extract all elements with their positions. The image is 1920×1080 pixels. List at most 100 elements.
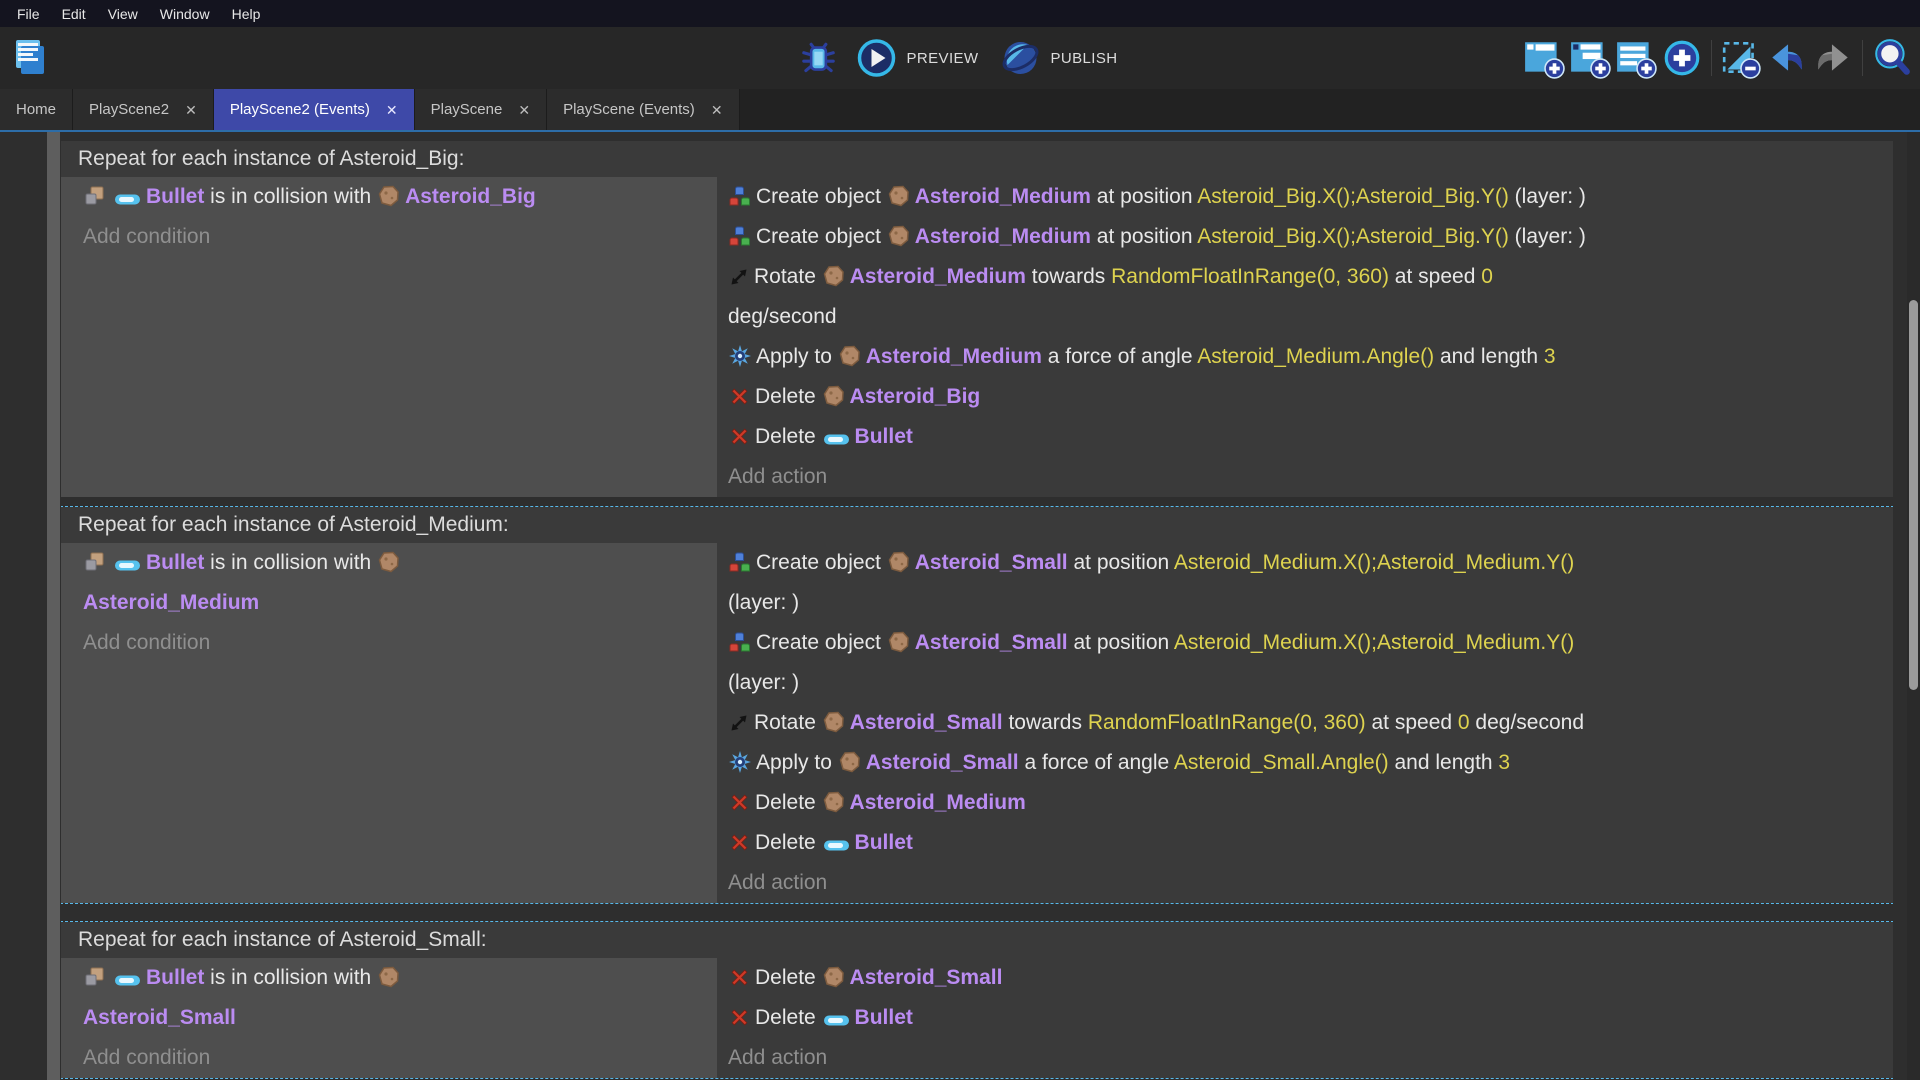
text-segment-plain: is in collision with bbox=[204, 185, 377, 208]
gdevelop-logo-icon[interactable] bbox=[8, 36, 52, 80]
text-segment-object: Bullet bbox=[855, 425, 913, 448]
text-segment-expr: 3 bbox=[1544, 345, 1556, 368]
preview-button[interactable]: PREVIEW bbox=[849, 36, 985, 80]
debug-bug-icon[interactable] bbox=[797, 36, 841, 80]
menu-item-file[interactable]: File bbox=[6, 6, 51, 22]
text-segment-plain: (layer: ) bbox=[728, 591, 799, 614]
bullet-icon bbox=[823, 823, 850, 863]
action-row[interactable]: Delete Bullet bbox=[717, 417, 1893, 457]
tab-close-icon[interactable]: ✕ bbox=[185, 103, 197, 117]
tab-playscene2-events[interactable]: PlayScene2 (Events)✕ bbox=[214, 89, 415, 130]
condition-row[interactable]: Bullet is in collision with Asteroid_Med… bbox=[61, 543, 717, 623]
event-block-2[interactable]: Repeat for each instance of Asteroid_Med… bbox=[61, 507, 1893, 903]
add-action-button[interactable]: Add action bbox=[717, 1038, 1893, 1078]
collision-icon bbox=[84, 543, 108, 583]
publish-button[interactable]: PUBLISH bbox=[992, 36, 1123, 80]
actions-column: Create object Asteroid_Medium at positio… bbox=[717, 177, 1893, 497]
redo-icon[interactable] bbox=[1811, 36, 1855, 80]
add-sub-event-icon[interactable] bbox=[1568, 36, 1612, 80]
toolbar-separator bbox=[1862, 40, 1863, 76]
bullet-icon bbox=[823, 998, 850, 1038]
text-segment-plain: and length bbox=[1389, 751, 1499, 774]
action-row[interactable]: Create object Asteroid_Small at position… bbox=[717, 623, 1893, 703]
action-row[interactable]: Delete Asteroid_Medium bbox=[717, 783, 1893, 823]
text-segment-object: Asteroid_Small bbox=[866, 751, 1019, 774]
text-segment-object: Asteroid_Small bbox=[850, 711, 1003, 734]
add-event-icon[interactable] bbox=[1522, 36, 1566, 80]
action-row[interactable]: Create object Asteroid_Medium at positio… bbox=[717, 177, 1893, 217]
bullet-icon bbox=[823, 417, 850, 457]
event-block-3[interactable]: Repeat for each instance of Asteroid_Sma… bbox=[61, 922, 1893, 1078]
scrollbar-thumb[interactable] bbox=[1909, 300, 1918, 690]
menu-bar: FileEditViewWindowHelp bbox=[0, 0, 1920, 27]
menu-item-edit[interactable]: Edit bbox=[51, 6, 97, 22]
add-condition-button[interactable]: Add condition bbox=[61, 1038, 717, 1078]
text-segment-expr: Asteroid_Big.X();Asteroid_Big.Y() bbox=[1197, 225, 1509, 248]
text-segment-plain: deg/second bbox=[728, 305, 837, 328]
action-row[interactable]: Delete Bullet bbox=[717, 823, 1893, 863]
text-segment-plain: Delete bbox=[755, 831, 822, 854]
delete-icon bbox=[729, 998, 750, 1038]
add-action-button[interactable]: Add action bbox=[717, 863, 1893, 903]
action-row[interactable]: Rotate Asteroid_Medium towards RandomFlo… bbox=[717, 257, 1893, 337]
vertical-scrollbar[interactable] bbox=[1907, 132, 1920, 1080]
menu-item-view[interactable]: View bbox=[97, 6, 149, 22]
menu-item-window[interactable]: Window bbox=[149, 6, 221, 22]
tab-playscene2[interactable]: PlayScene2 ✕ bbox=[73, 89, 214, 130]
action-row[interactable]: Apply to Asteroid_Small a force of angle… bbox=[717, 743, 1893, 783]
action-row[interactable]: Apply to Asteroid_Medium a force of angl… bbox=[717, 337, 1893, 377]
add-action-button[interactable]: Add action bbox=[717, 457, 1893, 497]
add-comment-icon[interactable] bbox=[1614, 36, 1658, 80]
action-row[interactable]: Rotate Asteroid_Small towards RandomFloa… bbox=[717, 703, 1893, 743]
event-body: Bullet is in collision with Asteroid_Big… bbox=[61, 177, 1893, 497]
add-circle-icon[interactable] bbox=[1660, 36, 1704, 80]
condition-row[interactable]: Bullet is in collision with Asteroid_Sma… bbox=[61, 958, 717, 1038]
asteroid-icon bbox=[823, 703, 845, 743]
tab-close-icon[interactable]: ✕ bbox=[386, 103, 398, 117]
action-row[interactable]: Create object Asteroid_Small at position… bbox=[717, 543, 1893, 623]
event-header[interactable]: Repeat for each instance of Asteroid_Sma… bbox=[61, 922, 1893, 958]
condition-row-line: Asteroid_Small bbox=[61, 998, 717, 1038]
text-segment-expr: 3 bbox=[1498, 751, 1510, 774]
event-header[interactable]: Repeat for each instance of Asteroid_Med… bbox=[61, 507, 1893, 543]
text-segment-object: Bullet bbox=[855, 1006, 913, 1029]
text-segment-plain: at position bbox=[1091, 225, 1197, 248]
action-row[interactable]: Delete Asteroid_Big bbox=[717, 377, 1893, 417]
text-segment-object: Asteroid_Medium bbox=[866, 345, 1042, 368]
tab-home[interactable]: Home bbox=[0, 89, 73, 130]
add-condition-button[interactable]: Add condition bbox=[61, 623, 717, 663]
play-icon bbox=[855, 36, 899, 80]
actions-column: Create object Asteroid_Small at position… bbox=[717, 543, 1893, 903]
asteroid-icon bbox=[378, 543, 400, 583]
text-segment-expr: Asteroid_Medium.X();Asteroid_Medium.Y() bbox=[1174, 631, 1574, 654]
deselect-icon[interactable] bbox=[1719, 36, 1763, 80]
event-block-1[interactable]: Repeat for each instance of Asteroid_Big… bbox=[61, 141, 1893, 497]
rotate-icon bbox=[729, 257, 749, 297]
tab-playscene[interactable]: PlayScene✕ bbox=[415, 89, 547, 130]
action-row[interactable]: Create object Asteroid_Medium at positio… bbox=[717, 217, 1893, 257]
tab-close-icon[interactable]: ✕ bbox=[711, 103, 723, 117]
events-sheet: Repeat for each instance of Asteroid_Big… bbox=[61, 132, 1893, 1080]
publish-label: PUBLISH bbox=[1050, 50, 1117, 67]
condition-row-line: Asteroid_Medium bbox=[61, 583, 717, 623]
events-editor: Repeat for each instance of Asteroid_Big… bbox=[0, 132, 1920, 1080]
action-row[interactable]: Delete Asteroid_Small bbox=[717, 958, 1893, 998]
tab-label: PlayScene2 bbox=[89, 101, 169, 118]
action-row[interactable]: Delete Bullet bbox=[717, 998, 1893, 1038]
text-segment-plain: towards bbox=[1003, 711, 1088, 734]
tab-close-icon[interactable]: ✕ bbox=[518, 103, 530, 117]
condition-row[interactable]: Bullet is in collision with Asteroid_Big bbox=[61, 177, 717, 217]
search-icon[interactable] bbox=[1870, 36, 1914, 80]
preview-label: PREVIEW bbox=[907, 50, 979, 67]
text-segment-object: Bullet bbox=[146, 185, 204, 208]
text-segment-object: Asteroid_Big bbox=[405, 185, 536, 208]
menu-item-help[interactable]: Help bbox=[221, 6, 272, 22]
event-header[interactable]: Repeat for each instance of Asteroid_Big… bbox=[61, 141, 1893, 177]
undo-icon[interactable] bbox=[1765, 36, 1809, 80]
tab-playscene-events[interactable]: PlayScene (Events)✕ bbox=[547, 89, 739, 130]
collision-icon bbox=[84, 177, 108, 217]
add-condition-button[interactable]: Add condition bbox=[61, 217, 717, 257]
text-segment-object: Asteroid_Big bbox=[850, 385, 981, 408]
action-row-line: Apply to Asteroid_Small a force of angle… bbox=[717, 743, 1893, 783]
action-row-line: Create object Asteroid_Small at position… bbox=[717, 623, 1893, 663]
